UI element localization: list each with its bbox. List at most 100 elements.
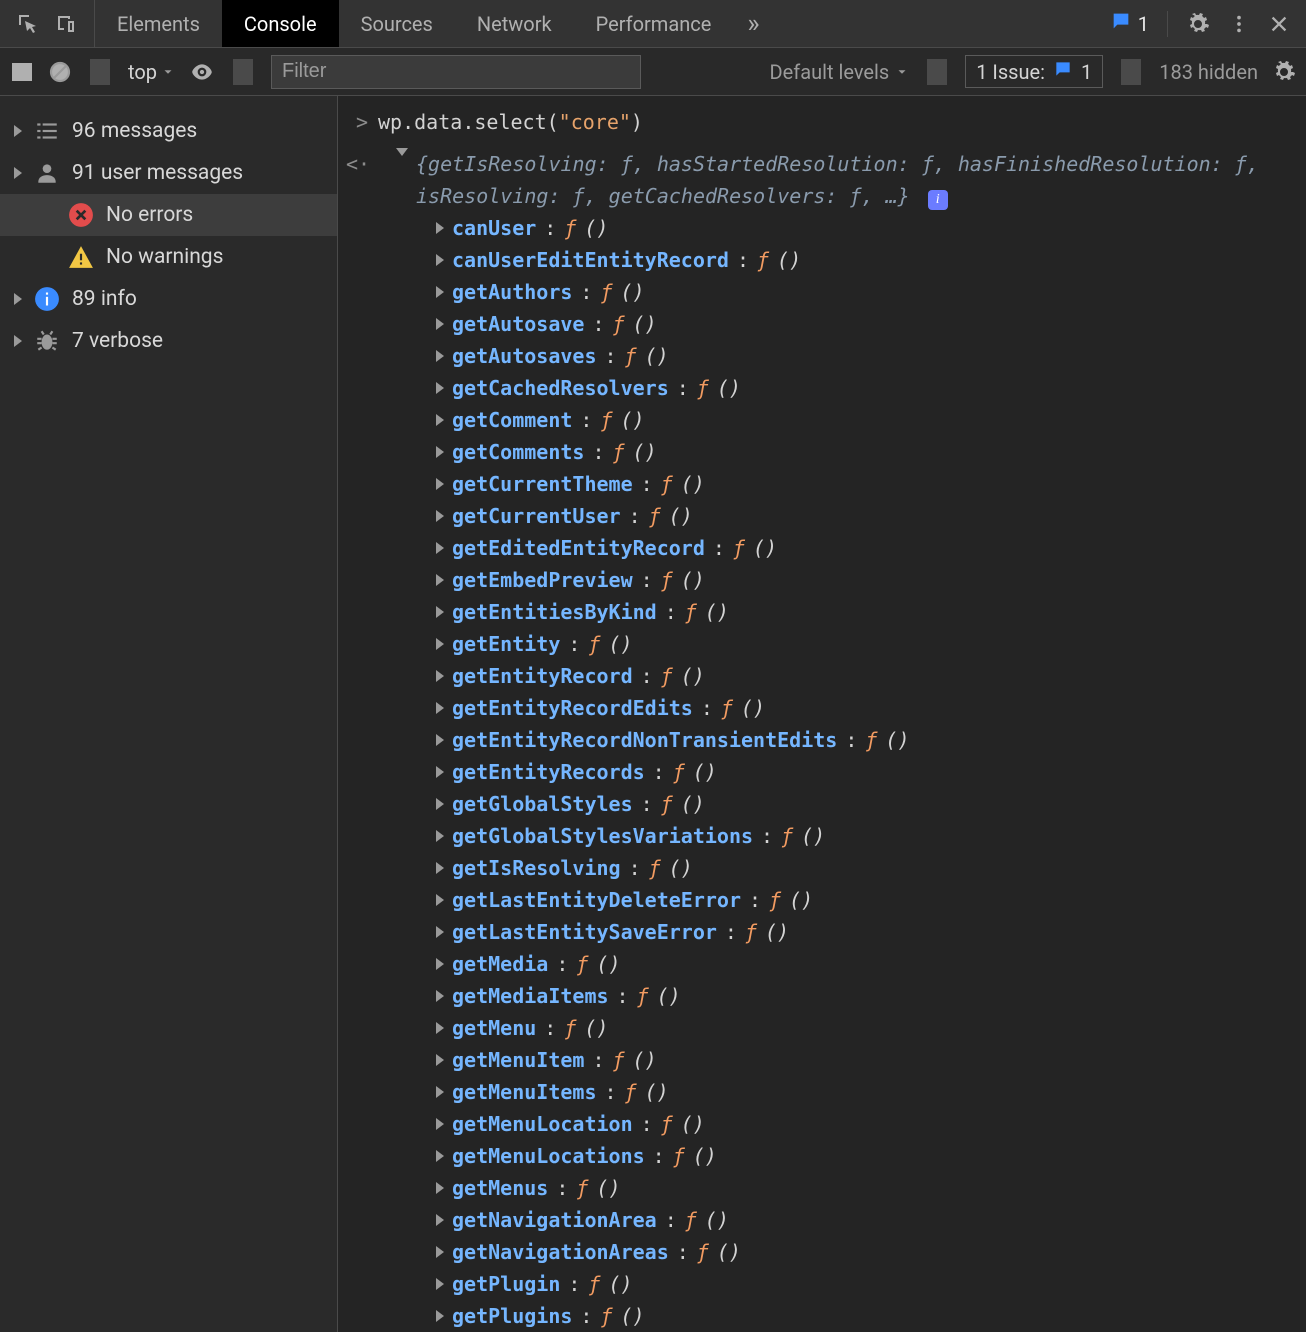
object-property[interactable]: getPlugins: ƒ () <box>396 1300 1290 1332</box>
expand-arrow-icon[interactable] <box>436 478 444 490</box>
object-property[interactable]: getMenuLocation: ƒ () <box>396 1108 1290 1140</box>
object-property[interactable]: getCurrentUser: ƒ () <box>396 500 1290 532</box>
tab-console[interactable]: Console <box>222 0 339 47</box>
object-property[interactable]: getMenus: ƒ () <box>396 1172 1290 1204</box>
expand-arrow-icon[interactable] <box>436 254 444 266</box>
context-selector[interactable]: top <box>128 60 175 84</box>
sidebar-toggle-icon[interactable] <box>10 60 34 84</box>
expand-arrow-icon[interactable] <box>436 798 444 810</box>
object-property[interactable]: getLastEntitySaveError: ƒ () <box>396 916 1290 948</box>
expand-arrow-icon[interactable] <box>436 926 444 938</box>
object-property[interactable]: getGlobalStyles: ƒ () <box>396 788 1290 820</box>
close-icon[interactable] <box>1268 13 1290 35</box>
expand-arrow-icon[interactable] <box>436 670 444 682</box>
sidebar-item-warnings[interactable]: No warnings <box>0 236 337 278</box>
expand-arrow-icon[interactable] <box>436 1022 444 1034</box>
sidebar-item-errors[interactable]: No errors <box>0 194 337 236</box>
expand-arrow-icon[interactable] <box>436 958 444 970</box>
object-summary[interactable]: {getIsResolving: ƒ, hasStartedResolution… <box>416 148 1290 212</box>
expand-arrow-icon[interactable] <box>436 1214 444 1226</box>
object-property[interactable]: getGlobalStylesVariations: ƒ () <box>396 820 1290 852</box>
object-property[interactable]: getIsResolving: ƒ () <box>396 852 1290 884</box>
tab-sources[interactable]: Sources <box>339 0 455 47</box>
expand-arrow-icon[interactable] <box>436 766 444 778</box>
expand-arrow-icon[interactable] <box>436 830 444 842</box>
object-property[interactable]: canUserEditEntityRecord: ƒ () <box>396 244 1290 276</box>
live-expression-icon[interactable] <box>189 59 215 85</box>
expand-arrow-icon[interactable] <box>436 574 444 586</box>
inspect-icon[interactable] <box>16 12 40 36</box>
object-property[interactable]: getAutosave: ƒ () <box>396 308 1290 340</box>
object-property[interactable]: getCurrentTheme: ƒ () <box>396 468 1290 500</box>
sidebar-item-info[interactable]: 89 info <box>0 278 337 320</box>
sidebar-item-messages[interactable]: 96 messages <box>0 110 337 152</box>
object-property[interactable]: getCachedResolvers: ƒ () <box>396 372 1290 404</box>
expand-arrow-icon[interactable] <box>436 286 444 298</box>
expand-arrow-icon[interactable] <box>436 510 444 522</box>
object-property[interactable]: getEditedEntityRecord: ƒ () <box>396 532 1290 564</box>
expand-arrow-icon[interactable] <box>436 382 444 394</box>
expand-arrow-icon[interactable] <box>436 990 444 1002</box>
info-badge-icon[interactable]: i <box>928 190 948 210</box>
object-property[interactable]: getEntity: ƒ () <box>396 628 1290 660</box>
expand-toggle-icon[interactable] <box>396 148 408 156</box>
device-toggle-icon[interactable] <box>54 12 78 36</box>
object-property[interactable]: canUser: ƒ () <box>396 212 1290 244</box>
object-property[interactable]: getMenu: ƒ () <box>396 1012 1290 1044</box>
expand-arrow-icon[interactable] <box>436 1118 444 1130</box>
expand-arrow-icon[interactable] <box>14 125 22 137</box>
object-property[interactable]: getAutosaves: ƒ () <box>396 340 1290 372</box>
expand-arrow-icon[interactable] <box>436 414 444 426</box>
expand-arrow-icon[interactable] <box>436 1278 444 1290</box>
object-property[interactable]: getEmbedPreview: ƒ () <box>396 564 1290 596</box>
filter-input[interactable] <box>271 55 641 89</box>
expand-arrow-icon[interactable] <box>436 702 444 714</box>
object-property[interactable]: getComment: ƒ () <box>396 404 1290 436</box>
object-property[interactable]: getMediaItems: ƒ () <box>396 980 1290 1012</box>
expand-arrow-icon[interactable] <box>436 1182 444 1194</box>
tab-elements[interactable]: Elements <box>95 0 222 47</box>
object-property[interactable]: getPlugin: ƒ () <box>396 1268 1290 1300</box>
expand-arrow-icon[interactable] <box>436 734 444 746</box>
clear-console-icon[interactable] <box>48 60 72 84</box>
object-property[interactable]: getAuthors: ƒ () <box>396 276 1290 308</box>
object-property[interactable]: getMenuItems: ƒ () <box>396 1076 1290 1108</box>
kebab-menu-icon[interactable] <box>1228 13 1250 35</box>
object-property[interactable]: getNavigationArea: ƒ () <box>396 1204 1290 1236</box>
expand-arrow-icon[interactable] <box>436 318 444 330</box>
expand-arrow-icon[interactable] <box>436 1150 444 1162</box>
expand-arrow-icon[interactable] <box>436 894 444 906</box>
expand-arrow-icon[interactable] <box>436 862 444 874</box>
expand-arrow-icon[interactable] <box>436 222 444 234</box>
log-levels-selector[interactable]: Default levels <box>770 60 910 84</box>
console-settings-gear-icon[interactable] <box>1272 60 1296 84</box>
expand-arrow-icon[interactable] <box>436 350 444 362</box>
issues-indicator[interactable]: 1 <box>1110 10 1149 37</box>
expand-arrow-icon[interactable] <box>14 293 22 305</box>
gear-icon[interactable] <box>1186 12 1210 36</box>
expand-arrow-icon[interactable] <box>436 1086 444 1098</box>
expand-arrow-icon[interactable] <box>14 335 22 347</box>
hidden-messages-count[interactable]: 183 hidden <box>1159 60 1258 84</box>
object-property[interactable]: getEntityRecords: ƒ () <box>396 756 1290 788</box>
sidebar-item-verbose[interactable]: 7 verbose <box>0 320 337 362</box>
tab-performance[interactable]: Performance <box>574 0 734 47</box>
object-property[interactable]: getLastEntityDeleteError: ƒ () <box>396 884 1290 916</box>
expand-arrow-icon[interactable] <box>436 1310 444 1322</box>
object-property[interactable]: getMenuItem: ƒ () <box>396 1044 1290 1076</box>
expand-arrow-icon[interactable] <box>436 606 444 618</box>
expand-arrow-icon[interactable] <box>436 638 444 650</box>
object-property[interactable]: getNavigationAreas: ƒ () <box>396 1236 1290 1268</box>
object-property[interactable]: getEntityRecord: ƒ () <box>396 660 1290 692</box>
object-property[interactable]: getMedia: ƒ () <box>396 948 1290 980</box>
expand-arrow-icon[interactable] <box>436 542 444 554</box>
expand-arrow-icon[interactable] <box>14 167 22 179</box>
tab-network[interactable]: Network <box>455 0 574 47</box>
object-property[interactable]: getComments: ƒ () <box>396 436 1290 468</box>
object-property[interactable]: getEntityRecordNonTransientEdits: ƒ () <box>396 724 1290 756</box>
expand-arrow-icon[interactable] <box>436 446 444 458</box>
tabs-overflow-button[interactable]: » <box>733 0 773 47</box>
object-property[interactable]: getMenuLocations: ƒ () <box>396 1140 1290 1172</box>
object-property[interactable]: getEntityRecordEdits: ƒ () <box>396 692 1290 724</box>
object-property[interactable]: getEntitiesByKind: ƒ () <box>396 596 1290 628</box>
